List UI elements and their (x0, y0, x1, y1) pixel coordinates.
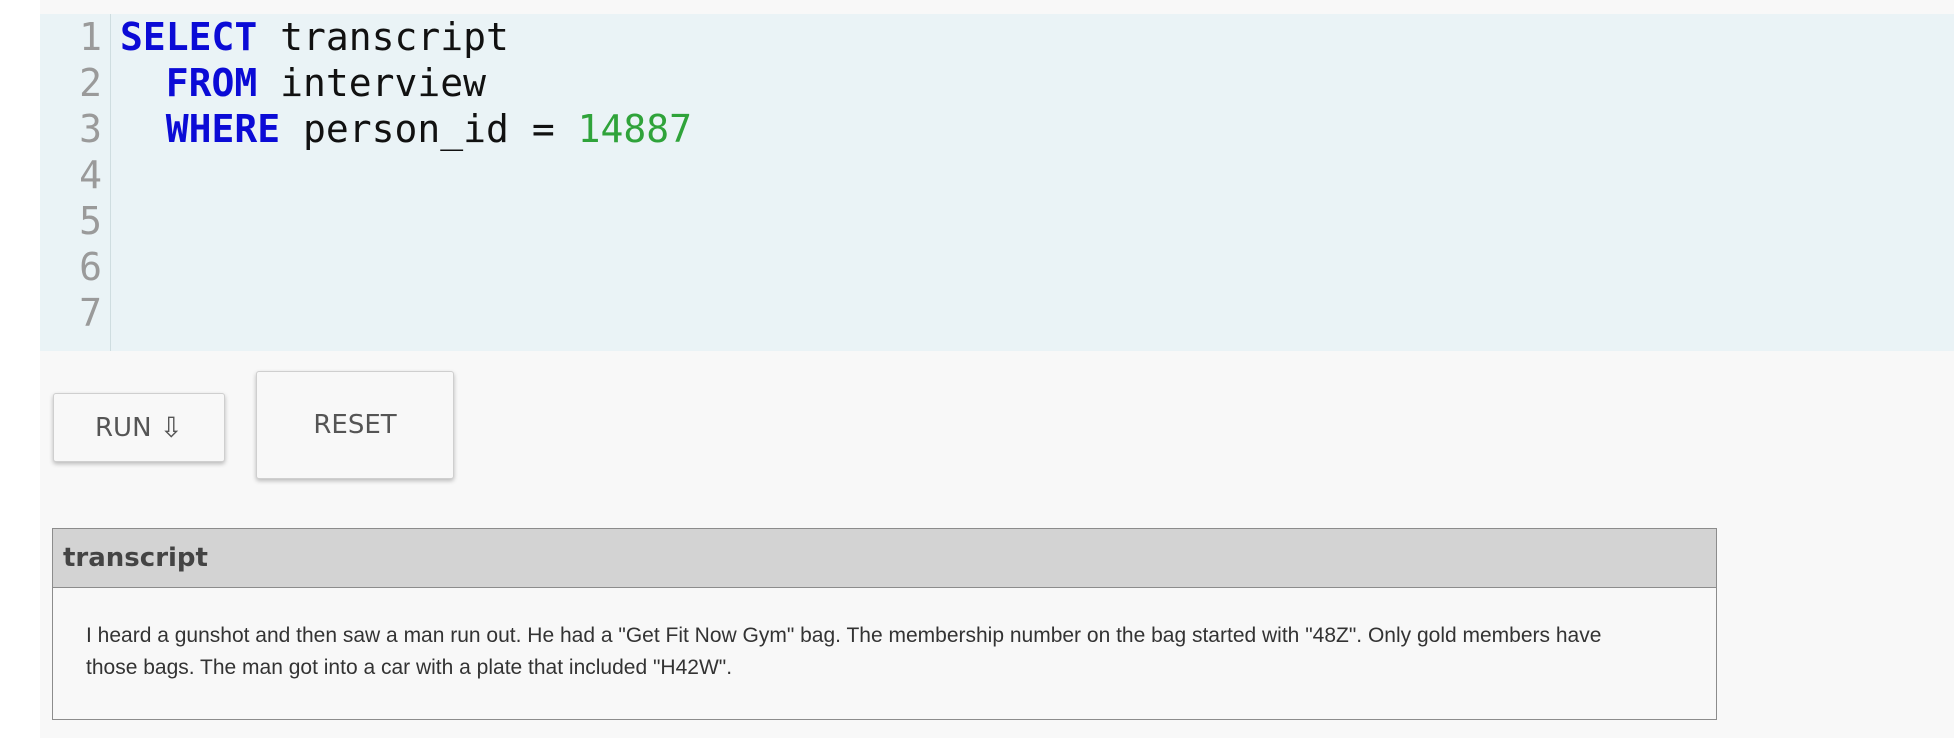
column-header-transcript: transcript (53, 529, 1716, 588)
results-table: transcript I heard a gunshot and then sa… (52, 528, 1717, 720)
code-text: person_id = (280, 107, 578, 151)
line-number: 1 (79, 15, 102, 59)
line-number: 4 (79, 153, 102, 197)
sql-editor[interactable]: 1 2 3 4 5 6 7 SELECT transcript FROM int… (40, 14, 1954, 351)
sql-keyword: FROM (165, 61, 258, 105)
code-line[interactable]: SELECT transcript (120, 14, 692, 60)
line-number: 3 (79, 107, 102, 151)
reset-button-label: RESET (313, 410, 397, 440)
code-text: transcript (257, 15, 509, 59)
line-number: 5 (79, 199, 102, 243)
sql-keyword: SELECT (120, 15, 258, 59)
line-number: 7 (79, 291, 102, 335)
code-area[interactable]: SELECT transcript FROM interview WHERE p… (120, 14, 692, 152)
code-text: interview (257, 61, 487, 105)
table-cell: I heard a gunshot and then saw a man run… (86, 624, 1602, 679)
run-button-label: RUN (94, 412, 152, 443)
reset-button[interactable]: RESET (256, 371, 454, 479)
run-button[interactable]: RUN ⇩ (53, 393, 225, 462)
line-number: 6 (79, 245, 102, 289)
code-line[interactable]: WHERE person_id = 14887 (120, 106, 692, 152)
code-line[interactable]: FROM interview (120, 60, 692, 106)
line-number-gutter: 1 2 3 4 5 6 7 (40, 14, 111, 351)
sql-keyword: WHERE (165, 107, 281, 151)
line-number: 2 (79, 61, 102, 105)
arrow-down-icon: ⇩ (159, 411, 183, 444)
sql-number: 14887 (577, 107, 692, 151)
